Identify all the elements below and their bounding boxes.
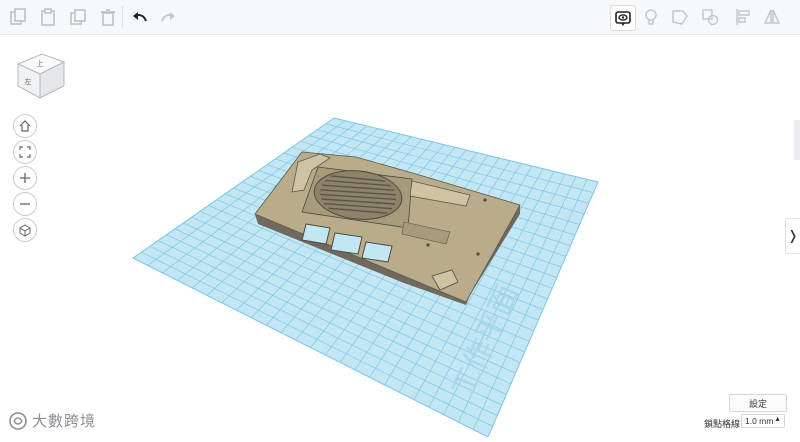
home-icon bbox=[19, 120, 31, 132]
snap-grid-select[interactable]: 1.0 mm ▲ bbox=[741, 414, 785, 428]
perspective-button[interactable] bbox=[13, 218, 37, 242]
align-icon[interactable] bbox=[731, 5, 755, 29]
paste-icon[interactable] bbox=[36, 5, 60, 29]
light-bulb-icon[interactable] bbox=[639, 5, 663, 29]
main-toolbar bbox=[0, 0, 800, 35]
chevron-right-icon: ❭ bbox=[787, 228, 799, 243]
zoom-out-button[interactable] bbox=[13, 192, 37, 216]
zoom-in-icon bbox=[20, 173, 30, 183]
mirror-icon[interactable] bbox=[760, 5, 784, 29]
home-view-button[interactable] bbox=[13, 114, 37, 138]
snap-grid-value: 1.0 mm bbox=[745, 416, 774, 426]
redo-icon[interactable] bbox=[156, 5, 180, 29]
ungroup-icon[interactable] bbox=[698, 5, 722, 29]
caret-up-icon: ▲ bbox=[774, 416, 781, 423]
duplicate-icon[interactable] bbox=[66, 5, 90, 29]
perspective-icon bbox=[19, 224, 31, 237]
viewcube-front-label: 左 bbox=[25, 77, 32, 86]
workplane-canvas[interactable]: 工作平面 bbox=[0, 35, 800, 438]
settings-button[interactable]: 設定 bbox=[729, 394, 787, 412]
view-cube[interactable]: 上 左 bbox=[12, 46, 70, 104]
zoom-in-button[interactable] bbox=[13, 166, 37, 190]
undo-icon[interactable] bbox=[128, 5, 152, 29]
fit-view-button[interactable] bbox=[13, 140, 37, 164]
brand-text: 大數跨境 bbox=[32, 413, 97, 430]
delete-icon[interactable] bbox=[96, 5, 120, 29]
group-icon[interactable] bbox=[668, 5, 692, 29]
workplane-viewport[interactable]: 工作平面 bbox=[0, 35, 800, 438]
brand-watermark: 大數跨境 bbox=[8, 410, 96, 431]
expand-panel-button[interactable]: ❭ bbox=[785, 218, 800, 254]
zoom-out-icon bbox=[20, 203, 30, 205]
viewcube-top-label: 上 bbox=[37, 59, 44, 68]
fit-view-icon bbox=[19, 146, 31, 158]
snap-grid-label: 鎖點格線 bbox=[704, 419, 741, 429]
brand-logo-icon bbox=[9, 411, 27, 430]
scroll-indicator bbox=[794, 120, 800, 160]
show-all-icon[interactable] bbox=[610, 5, 636, 31]
copy-icon[interactable] bbox=[6, 5, 30, 29]
